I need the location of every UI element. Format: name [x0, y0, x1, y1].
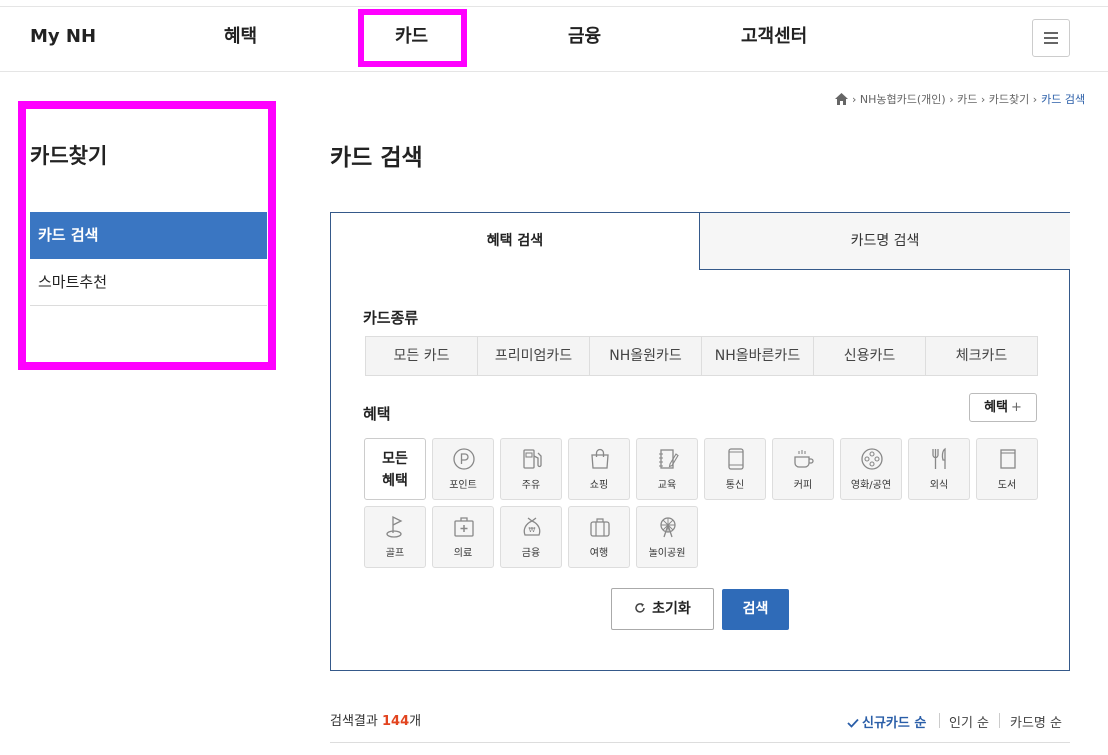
- benefit-tile-label: 교육: [657, 480, 677, 491]
- benefit-tile-coffee[interactable]: 커피: [772, 438, 834, 500]
- card-type-premium[interactable]: 프리미엄카드: [478, 337, 590, 375]
- result-count: 검색결과 144개: [330, 710, 421, 729]
- benefit-tile-label: 커피: [793, 480, 813, 491]
- golf-icon: [386, 515, 403, 538]
- benefit-tile-label: 여행: [589, 548, 609, 559]
- breadcrumb-current: 카드 검색: [1041, 93, 1086, 106]
- ferris-wheel-icon: [660, 517, 676, 538]
- point-icon: [453, 448, 475, 470]
- reset-label: 초기화: [652, 601, 691, 617]
- benefit-label: 혜택: [363, 405, 391, 423]
- sort-popular[interactable]: 인기 순: [949, 712, 989, 731]
- breadcrumb-path[interactable]: › NH농협카드(개인) › 카드 › 카드찾기 ›: [852, 91, 1037, 107]
- money-bag-icon: ₩: [523, 517, 541, 536]
- svg-text:₩: ₩: [529, 526, 536, 534]
- result-prefix: 검색결과: [330, 714, 378, 729]
- benefit-tile-medical[interactable]: 의료: [432, 506, 494, 568]
- sort-newest-label: 신규카드 순: [862, 716, 927, 731]
- card-type-credit[interactable]: 신용카드: [814, 337, 926, 375]
- check-icon: [847, 718, 859, 728]
- card-type-label: 카드종류: [363, 309, 419, 327]
- search-button[interactable]: 검색: [722, 589, 789, 630]
- benefit-tile-label: 쇼핑: [589, 480, 609, 491]
- tablet-icon: [728, 448, 744, 470]
- tab-card-name-search[interactable]: 카드명 검색: [700, 213, 1070, 270]
- benefit-tile-label: 놀이공원: [648, 548, 686, 559]
- benefit-add-label: 혜택: [984, 400, 1008, 415]
- result-count-number: 144: [381, 714, 410, 729]
- result-suffix: 개: [409, 714, 422, 729]
- card-type-nh-allbareun[interactable]: NH올바른카드: [702, 337, 814, 375]
- top-navigation: My NH 혜택 카드 금융 고객센터: [0, 6, 1108, 72]
- benefit-tile-amusement-park[interactable]: 놀이공원: [636, 506, 698, 568]
- benefit-tile-education[interactable]: 교육: [636, 438, 698, 500]
- results-divider: [330, 742, 1070, 743]
- sidebar-highlight: [18, 101, 276, 370]
- card-type-options: 모든 카드 프리미엄카드 NH올원카드 NH올바른카드 신용카드 체크카드: [365, 336, 1038, 376]
- benefit-tile-golf[interactable]: 골프: [364, 506, 426, 568]
- benefit-tile-label: 골프: [385, 548, 405, 559]
- nav-finance[interactable]: 금융: [568, 7, 601, 71]
- plus-icon: +: [1011, 400, 1022, 415]
- benefit-tile-finance[interactable]: ₩ 금융: [500, 506, 562, 568]
- benefit-tile-label: 도서: [997, 480, 1017, 491]
- nav-customer-center[interactable]: 고객센터: [741, 7, 807, 71]
- benefit-tile-label: 포인트: [449, 480, 477, 491]
- tab-benefit-search[interactable]: 혜택 검색: [331, 213, 700, 270]
- benefit-tile-label: 영화/공연: [850, 480, 892, 491]
- benefit-tile-books[interactable]: 도서: [976, 438, 1038, 500]
- medical-kit-icon: [454, 517, 474, 537]
- benefit-tile-dining[interactable]: 외식: [908, 438, 970, 500]
- home-icon[interactable]: [835, 93, 848, 105]
- benefit-tile-label: 통신: [725, 480, 745, 491]
- benefit-tile-telecom[interactable]: 통신: [704, 438, 766, 500]
- sort-divider: [939, 713, 940, 728]
- nav-benefits[interactable]: 혜택: [224, 7, 257, 71]
- book-icon: [1000, 449, 1016, 469]
- benefit-all-line1: 모든: [382, 451, 408, 467]
- benefit-add-button[interactable]: 혜택 +: [969, 393, 1037, 422]
- hamburger-menu-button[interactable]: [1032, 19, 1070, 57]
- page-title: 카드 검색: [330, 145, 423, 171]
- benefit-tile-all[interactable]: 모든혜택: [364, 438, 426, 500]
- card-type-check[interactable]: 체크카드: [926, 337, 1037, 375]
- breadcrumb: › NH농협카드(개인) › 카드 › 카드찾기 › 카드 검색: [835, 91, 1085, 107]
- benefit-tile-label: 금융: [521, 548, 541, 559]
- shopping-bag-icon: [591, 448, 609, 469]
- fuel-icon: [523, 449, 542, 469]
- benefit-tile-point[interactable]: 포인트: [432, 438, 494, 500]
- suitcase-icon: [590, 518, 610, 537]
- benefit-tile-shopping[interactable]: 쇼핑: [568, 438, 630, 500]
- refresh-icon: [635, 603, 645, 613]
- card-type-nh-allone[interactable]: NH올원카드: [590, 337, 702, 375]
- benefit-tile-fuel[interactable]: 주유: [500, 438, 562, 500]
- notebook-icon: [659, 449, 679, 469]
- nav-my-nh[interactable]: My NH: [30, 7, 96, 71]
- benefit-tile-movie[interactable]: 영화/공연: [840, 438, 902, 500]
- sort-card-name[interactable]: 카드명 순: [1010, 712, 1062, 731]
- benefit-tile-travel[interactable]: 여행: [568, 506, 630, 568]
- benefit-all-line2: 혜택: [382, 473, 408, 489]
- nav-card-highlight: [358, 9, 467, 67]
- benefit-tile-label: 외식: [929, 480, 949, 491]
- coffee-icon: [794, 450, 814, 468]
- benefit-tile-label: 의료: [453, 548, 473, 559]
- benefit-tile-label: 주유: [521, 480, 541, 491]
- fork-knife-icon: [932, 447, 946, 469]
- sort-divider: [999, 713, 1000, 728]
- search-panel: 혜택 검색 카드명 검색 카드종류 모든 카드 프리미엄카드 NH올원카드 NH…: [330, 212, 1070, 671]
- film-reel-icon: [861, 448, 883, 470]
- reset-button[interactable]: 초기화: [611, 588, 714, 630]
- sort-newest[interactable]: 신규카드 순: [847, 712, 926, 731]
- card-type-all[interactable]: 모든 카드: [366, 337, 478, 375]
